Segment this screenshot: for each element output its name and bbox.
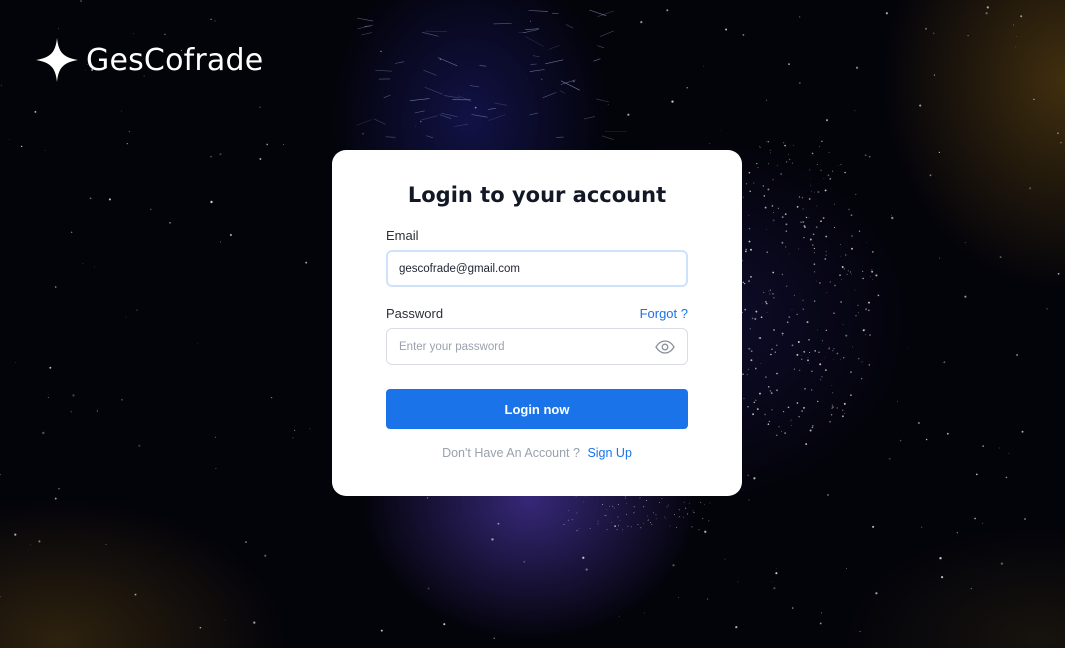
brand: GesCofrade xyxy=(36,38,263,82)
email-label: Email xyxy=(386,228,419,243)
email-value: gescofrade@gmail.com xyxy=(399,262,520,275)
brand-name: GesCofrade xyxy=(86,42,264,78)
password-label-row: Password Forgot ? xyxy=(386,306,688,321)
eye-icon[interactable] xyxy=(655,339,675,354)
password-label: Password xyxy=(386,306,444,321)
email-field[interactable]: gescofrade@gmail.com xyxy=(386,250,688,287)
password-field[interactable]: Enter your password xyxy=(386,328,688,365)
no-account-text: Don't Have An Account ? xyxy=(442,446,580,460)
login-button[interactable]: Login now xyxy=(386,389,688,429)
password-placeholder: Enter your password xyxy=(399,340,505,353)
signup-row: Don't Have An Account ? Sign Up xyxy=(386,446,688,460)
signup-link[interactable]: Sign Up xyxy=(587,446,631,460)
login-card: Login to your account Email gescofrade@g… xyxy=(332,150,742,496)
four-point-star-icon xyxy=(36,38,78,82)
login-title: Login to your account xyxy=(407,183,667,207)
forgot-password-link[interactable]: Forgot ? xyxy=(640,306,688,321)
